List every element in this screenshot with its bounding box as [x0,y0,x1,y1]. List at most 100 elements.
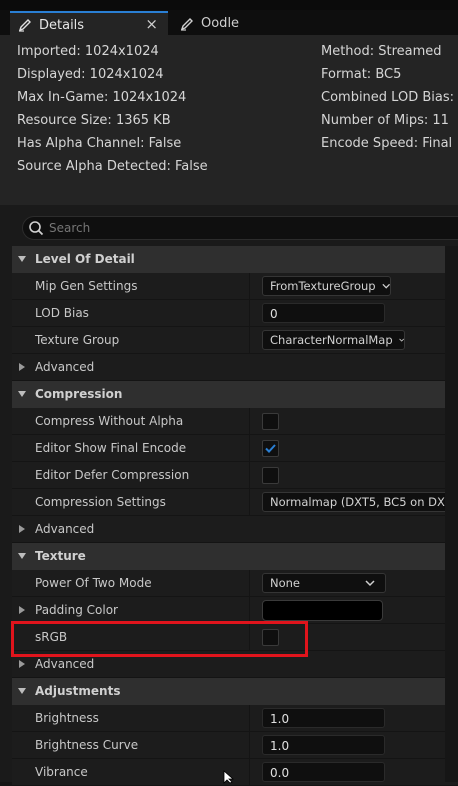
info-encode-speed: Encode Speed: Final [321,136,453,151]
mip-gen-settings-dropdown[interactable]: FromTextureGroup [262,276,391,296]
property-label: Editor Show Final Encode [35,441,187,455]
property-label: Brightness [35,711,99,725]
info-format: Format: BC5 [321,67,402,82]
column-divider[interactable] [249,705,250,732]
srgb-highlight-annotation [11,621,308,657]
category-label: Texture [35,549,86,563]
tab-details-label: Details [39,17,85,33]
advanced-label: Advanced [35,522,95,536]
compression-settings-dropdown[interactable]: Normalmap (DXT5, BC5 on DX11) [262,492,458,512]
property-label: Brightness Curve [35,738,139,752]
column-divider[interactable] [249,408,250,435]
field-value: 1.0 [270,712,290,726]
property-editor-show-final-encode: Editor Show Final Encode [12,435,458,462]
info-lod-bias: Combined LOD Bias: 0 [321,90,458,105]
vibrance-field[interactable]: 0.0 [262,762,385,782]
compression-advanced-row[interactable]: Advanced [12,516,458,543]
pencil-icon [17,17,33,33]
close-tab-button[interactable]: × [145,16,158,32]
search-input[interactable] [49,220,449,236]
column-divider[interactable] [249,570,250,597]
property-padding-color: Padding Color [12,597,458,624]
property-label: Mip Gen Settings [35,279,138,293]
info-imported: Imported: 1024x1024 [17,44,159,59]
editor-defer-compression-checkbox[interactable] [262,467,279,484]
tab-details[interactable]: Details × [10,11,168,37]
info-method: Method: Streamed [321,44,442,59]
property-label: Texture Group [35,333,120,347]
chevron-down-icon [398,338,404,342]
column-divider[interactable] [249,327,250,354]
property-power-of-two-mode: Power Of Two Mode None [12,570,458,597]
category-label: Adjustments [35,684,121,698]
property-label: Compress Without Alpha [35,414,184,428]
field-value: 1.0 [270,739,290,753]
property-label: Compression Settings [35,495,166,509]
texture-info-panel: Imported: 1024x1024 Displayed: 1024x1024… [0,35,458,205]
field-value: 0.0 [270,766,290,780]
search-icon [28,220,44,236]
advanced-label: Advanced [35,657,95,671]
property-label: Padding Color [35,603,118,617]
expand-arrow-icon [19,363,25,371]
lod-advanced-row[interactable]: Advanced [12,354,458,381]
category-texture[interactable]: Texture [12,543,458,570]
lod-bias-field[interactable]: 0 [262,303,385,323]
column-divider[interactable] [249,435,250,462]
property-lod-bias: LOD Bias 0 [12,300,458,327]
chevron-down-icon [382,283,390,289]
property-label: Power Of Two Mode [35,576,152,590]
column-divider[interactable] [249,489,250,516]
tab-oodle[interactable]: Oodle [172,12,282,35]
dropdown-value: Normalmap (DXT5, BC5 on DX11) [270,495,458,509]
category-compression[interactable]: Compression [12,381,458,408]
category-label: Compression [35,387,123,401]
editor-show-final-encode-checkbox[interactable] [262,440,279,457]
property-editor-defer-compression: Editor Defer Compression [12,462,458,489]
dropdown-value: CharacterNormalMap [270,333,393,347]
compress-without-alpha-checkbox[interactable] [262,413,279,430]
tab-oodle-label: Oodle [201,16,240,31]
info-displayed: Displayed: 1024x1024 [17,67,164,82]
brightness-curve-field[interactable]: 1.0 [262,735,385,755]
property-label: Vibrance [35,765,88,779]
field-value: 0 [270,307,278,321]
collapse-arrow-icon [18,688,26,694]
checkmark-icon [265,444,276,453]
property-label: LOD Bias [35,306,89,320]
expand-arrow-icon[interactable] [17,605,27,615]
info-max-in-game: Max In-Game: 1024x1024 [17,90,187,105]
collapse-arrow-icon [18,391,26,397]
column-divider[interactable] [249,462,250,489]
scrollbar[interactable] [445,246,458,782]
info-num-mips: Number of Mips: 11 [321,113,449,128]
property-brightness: Brightness 1.0 [12,705,458,732]
property-texture-group: Texture Group CharacterNormalMap [12,327,458,354]
padding-color-swatch[interactable] [262,600,383,621]
property-brightness-curve: Brightness Curve 1.0 [12,732,458,759]
pencil-icon [179,16,195,32]
expand-arrow-icon [19,660,25,668]
category-level-of-detail[interactable]: Level Of Detail [12,246,458,273]
advanced-label: Advanced [35,360,95,374]
collapse-arrow-icon [18,256,26,262]
chevron-down-icon [365,580,375,587]
column-divider[interactable] [249,732,250,759]
power-of-two-mode-dropdown[interactable]: None [262,573,386,593]
info-has-alpha: Has Alpha Channel: False [17,136,182,151]
collapse-arrow-icon [18,553,26,559]
info-source-alpha: Source Alpha Detected: False [17,159,208,174]
dropdown-value: FromTextureGroup [270,279,376,293]
tab-bar: Details × Oodle [0,0,458,37]
info-resource-size: Resource Size: 1365 KB [17,113,171,128]
property-label: Editor Defer Compression [35,468,190,482]
column-divider[interactable] [249,273,250,300]
brightness-field[interactable]: 1.0 [262,708,385,728]
texture-group-dropdown[interactable]: CharacterNormalMap [262,330,405,350]
column-divider[interactable] [249,597,250,624]
property-compress-without-alpha: Compress Without Alpha [12,408,458,435]
property-mip-gen-settings: Mip Gen Settings FromTextureGroup [12,273,458,300]
column-divider[interactable] [249,300,250,327]
search-box[interactable] [22,216,458,240]
category-adjustments[interactable]: Adjustments [12,678,458,705]
